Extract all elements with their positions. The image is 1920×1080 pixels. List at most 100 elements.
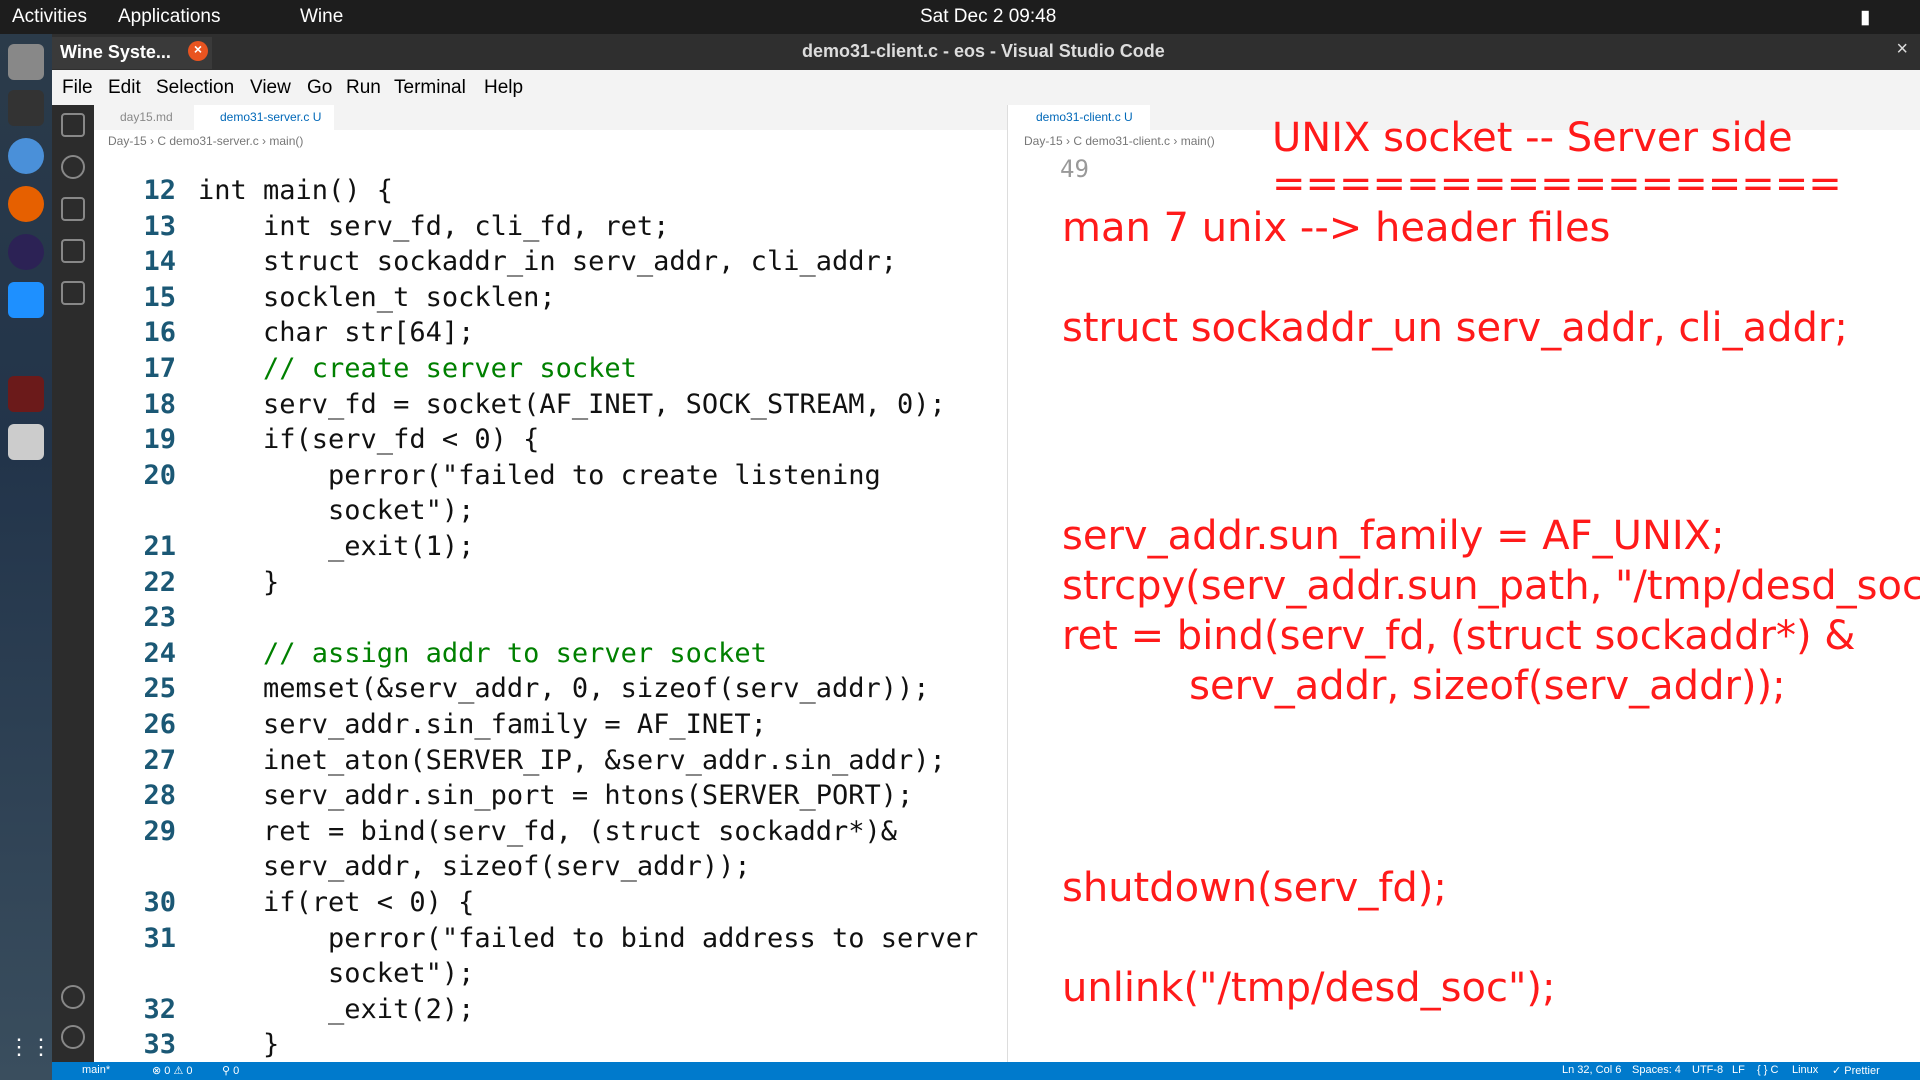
- code-line[interactable]: socket");: [198, 958, 474, 989]
- left-tabs: day15.md demo31-server.c U: [94, 105, 1007, 130]
- code-line[interactable]: ret = bind(serv_fd, (struct sockaddr*)&: [198, 816, 897, 847]
- wine-menu[interactable]: Wine: [300, 6, 343, 28]
- code-line[interactable]: serv_addr, sizeof(serv_addr));: [198, 851, 751, 882]
- note-line: UNIX socket -- Server side: [1272, 115, 1793, 161]
- note-line: strcpy(serv_addr.sun_path, "/tmp/desd_so…: [1062, 563, 1920, 609]
- line-number: 15: [143, 281, 176, 313]
- code-line[interactable]: }: [198, 567, 279, 598]
- vscode-icon[interactable]: [8, 282, 44, 318]
- app-grid-icon[interactable]: ⋮⋮: [8, 1034, 52, 1070]
- source-control-icon[interactable]: [61, 197, 85, 221]
- clock[interactable]: Sat Dec 2 09:48: [920, 6, 1056, 28]
- line-number: 49: [1060, 155, 1089, 183]
- eclipse-icon[interactable]: [8, 234, 44, 270]
- line-number: 33: [143, 1029, 176, 1061]
- code-line[interactable]: struct sockaddr_in serv_addr, cli_addr;: [198, 246, 897, 277]
- breadcrumb[interactable]: Day-15 › C demo31-server.c › main(): [94, 130, 1007, 154]
- chromium-icon[interactable]: [8, 138, 44, 174]
- code-line[interactable]: }: [198, 1029, 279, 1060]
- code-line[interactable]: perror("failed to bind address to server: [198, 923, 978, 954]
- search-icon[interactable]: [61, 155, 85, 179]
- code-line[interactable]: serv_addr.sin_port = htons(SERVER_PORT);: [198, 780, 913, 811]
- code-line[interactable]: inet_aton(SERVER_IP, &serv_addr.sin_addr…: [198, 745, 946, 776]
- run-debug-icon[interactable]: [61, 239, 85, 263]
- os[interactable]: Linux: [1792, 1064, 1818, 1076]
- encoding[interactable]: UTF-8: [1692, 1064, 1723, 1076]
- eol[interactable]: LF: [1732, 1064, 1745, 1076]
- account-icon[interactable]: [61, 985, 85, 1009]
- window-titlebar: demo31-client.c - eos - Visual Studio Co…: [52, 34, 1920, 70]
- line-number: 13: [143, 210, 176, 242]
- prettier[interactable]: ✓ Prettier: [1832, 1064, 1880, 1077]
- code-line[interactable]: // create server socket: [198, 353, 637, 384]
- tab-demo31-server[interactable]: demo31-server.c U: [194, 105, 334, 130]
- line-number: 12: [143, 175, 176, 206]
- code-line[interactable]: int serv_fd, cli_fd, ret;: [198, 211, 669, 242]
- window-title: demo31-client.c - eos - Visual Studio Co…: [802, 41, 1165, 61]
- code-line[interactable]: socklen_t socklen;: [198, 282, 556, 313]
- line-number: 25: [143, 673, 176, 705]
- line-number: 17: [143, 353, 176, 384]
- menu-help[interactable]: Help: [484, 77, 523, 99]
- screenshot-icon[interactable]: [8, 424, 44, 460]
- menu-go[interactable]: Go: [307, 77, 332, 99]
- code-line[interactable]: serv_fd = socket(AF_INET, SOCK_STREAM, 0…: [198, 389, 946, 420]
- note-line: serv_addr.sun_family = AF_UNIX;: [1062, 513, 1725, 559]
- menu-run[interactable]: Run: [346, 77, 381, 99]
- code-line[interactable]: char str[64];: [198, 317, 474, 348]
- line-number: 27: [143, 744, 176, 776]
- tab-day15[interactable]: day15.md: [94, 105, 194, 130]
- line-number: 14: [143, 246, 176, 278]
- code-line[interactable]: serv_addr.sin_family = AF_INET;: [198, 709, 767, 740]
- menu-bar: File Edit Selection View Go Run Terminal…: [52, 70, 1920, 105]
- menu-file[interactable]: File: [62, 77, 93, 99]
- applications-menu[interactable]: Applications: [118, 6, 220, 28]
- left-editor: day15.md demo31-server.c U Day-15 › C de…: [94, 105, 1008, 1062]
- line-number: 32: [143, 993, 176, 1025]
- settings-gear-icon[interactable]: [61, 1025, 85, 1049]
- note-line: unlink("/tmp/desd_soc");: [1062, 965, 1556, 1011]
- code-line[interactable]: _exit(1);: [198, 531, 474, 562]
- firefox-icon[interactable]: [8, 186, 44, 222]
- extensions-icon[interactable]: [61, 281, 85, 305]
- menu-terminal[interactable]: Terminal: [394, 77, 466, 99]
- code-line[interactable]: socket");: [198, 495, 474, 526]
- wine-icon[interactable]: [8, 376, 44, 412]
- top-bar: Activities Applications Wine Sat Dec 2 0…: [0, 0, 1920, 34]
- note-line: shutdown(serv_fd);: [1062, 865, 1447, 911]
- tab-demo31-client[interactable]: demo31-client.c U: [1010, 105, 1150, 130]
- line-number: 31: [143, 922, 176, 954]
- terminal-icon[interactable]: [8, 90, 44, 126]
- note-line: struct sockaddr_un serv_addr, cli_addr;: [1062, 305, 1848, 351]
- branch[interactable]: main*: [82, 1064, 110, 1076]
- code-line[interactable]: if(serv_fd < 0) {: [198, 424, 539, 455]
- cursor-position[interactable]: Ln 32, Col 6: [1562, 1064, 1621, 1076]
- activities-button[interactable]: Activities: [12, 6, 87, 28]
- line-number: 26: [143, 709, 176, 740]
- menu-selection[interactable]: Selection: [156, 77, 234, 99]
- line-number: 20: [143, 459, 176, 491]
- code-line[interactable]: perror("failed to create listening: [198, 460, 881, 491]
- close-icon[interactable]: ×: [1896, 38, 1908, 61]
- menu-edit[interactable]: Edit: [108, 77, 141, 99]
- menu-view[interactable]: View: [250, 77, 291, 99]
- ports[interactable]: ⚲ 0: [222, 1064, 239, 1077]
- code-line[interactable]: if(ret < 0) {: [198, 887, 474, 918]
- code-line[interactable]: _exit(2);: [198, 994, 474, 1025]
- wine-popup-label: Wine Syste...: [60, 42, 171, 62]
- code-line[interactable]: // assign addr to server socket: [198, 638, 767, 669]
- code-line[interactable]: memset(&serv_addr, 0, sizeof(serv_addr))…: [198, 673, 929, 704]
- battery-icon[interactable]: ▮: [1860, 6, 1870, 29]
- wine-popup[interactable]: Wine Syste... ×: [52, 37, 212, 69]
- explorer-icon[interactable]: [61, 113, 85, 137]
- line-number: 21: [143, 531, 176, 562]
- line-number: 18: [143, 388, 176, 420]
- close-icon[interactable]: ×: [188, 41, 208, 61]
- indentation[interactable]: Spaces: 4: [1632, 1064, 1681, 1076]
- files-icon[interactable]: [8, 44, 44, 80]
- note-line: ret = bind(serv_fd, (struct sockaddr*) &: [1062, 613, 1856, 659]
- code-line[interactable]: int main() {: [198, 175, 393, 206]
- dock: ⋮⋮: [0, 34, 52, 1080]
- language[interactable]: { } C: [1757, 1064, 1778, 1076]
- problems[interactable]: ⊗ 0 ⚠ 0: [152, 1064, 192, 1077]
